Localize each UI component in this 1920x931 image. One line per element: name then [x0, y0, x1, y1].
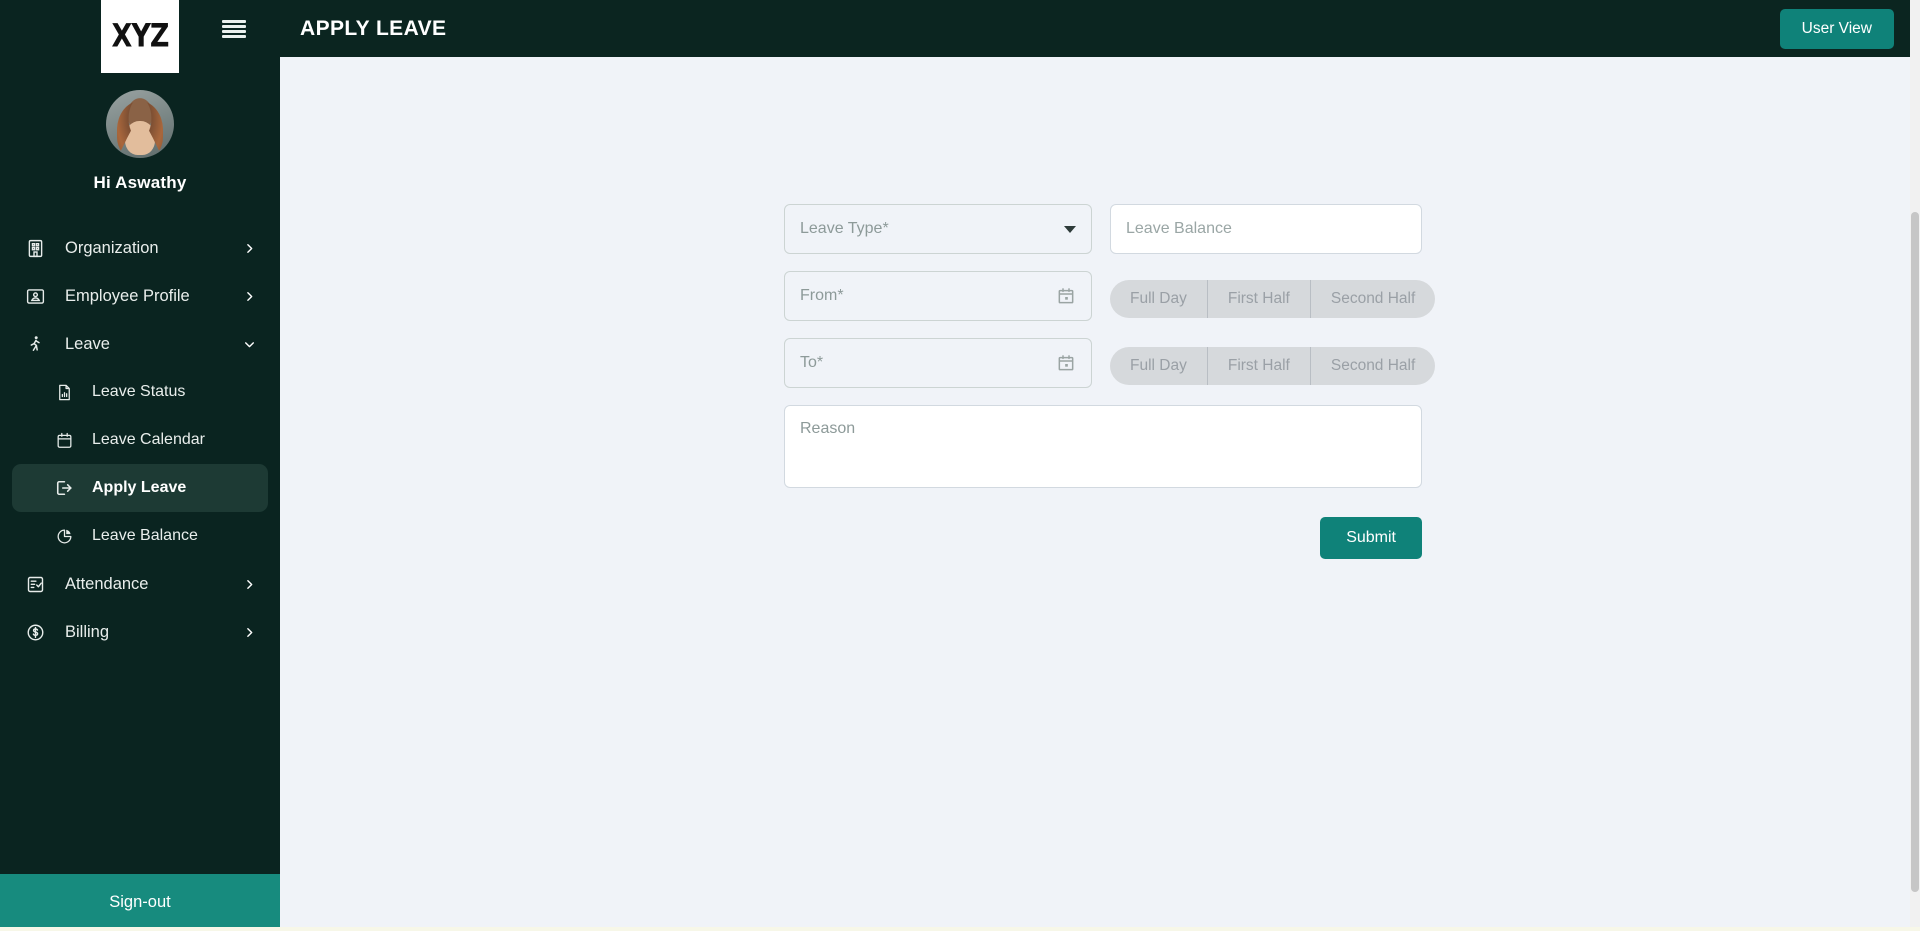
page-title: APPLY LEAVE: [300, 16, 447, 40]
sidebar-item-label: Leave Balance: [92, 527, 198, 544]
leave-type-placeholder: Leave Type*: [800, 220, 889, 237]
to-date-placeholder: To*: [800, 354, 824, 371]
building-icon: [22, 235, 48, 261]
toggle-second-half[interactable]: Second Half: [1309, 280, 1435, 318]
toggle-full-day[interactable]: Full Day: [1110, 347, 1207, 385]
chevron-right-icon[interactable]: [243, 242, 256, 255]
submit-row: Submit: [784, 517, 1422, 559]
sidebar-item-leave[interactable]: Leave: [12, 320, 268, 368]
clipboard-check-icon: [22, 571, 48, 597]
top-header: APPLY LEAVE User View: [280, 0, 1920, 57]
sidebar: XYZ Hi Aswathy Organization Employee Pro…: [0, 0, 280, 931]
to-duration-wrap: Full Day First Half Second Half: [1110, 338, 1436, 388]
toggle-full-day[interactable]: Full Day: [1110, 280, 1207, 318]
user-view-button[interactable]: User View: [1779, 8, 1894, 49]
chevron-right-icon[interactable]: [243, 626, 256, 639]
content-area: Leave Type* Leave Balance From* Full Day…: [280, 57, 1920, 931]
calendar-icon[interactable]: [1056, 286, 1076, 306]
hamburger-line: [222, 25, 246, 28]
form-row-leave-type: Leave Type* Leave Balance: [784, 204, 1422, 254]
hamburger-line: [222, 30, 246, 33]
chevron-right-icon[interactable]: [243, 290, 256, 303]
document-chart-icon: [52, 379, 76, 405]
app-root: XYZ Hi Aswathy Organization Employee Pro…: [0, 0, 1920, 931]
to-date-input[interactable]: To*: [784, 338, 1092, 388]
hamburger-line: [222, 20, 246, 23]
sidebar-item-apply-leave[interactable]: Apply Leave: [12, 464, 268, 512]
calendar-icon[interactable]: [1056, 353, 1076, 373]
chevron-down-icon[interactable]: [243, 338, 256, 351]
toggle-first-half[interactable]: First Half: [1206, 347, 1310, 385]
sidebar-item-label: Leave Status: [92, 383, 186, 400]
avatar[interactable]: [106, 90, 174, 158]
hamburger-icon[interactable]: [222, 20, 246, 38]
sidebar-nav: Organization Employee Profile Leave Leav…: [0, 224, 280, 874]
leave-type-select[interactable]: Leave Type*: [784, 204, 1092, 254]
sidebar-item-leave-calendar[interactable]: Leave Calendar: [12, 416, 268, 464]
sidebar-item-label: Organization: [65, 238, 159, 257]
sidebar-item-label: Leave Calendar: [92, 431, 205, 448]
reason-textarea[interactable]: Reason: [784, 405, 1422, 488]
sidebar-item-label: Attendance: [65, 574, 149, 593]
chevron-right-icon[interactable]: [243, 578, 256, 591]
walking-person-icon: [22, 331, 48, 357]
reason-placeholder: Reason: [800, 420, 856, 437]
main-area: APPLY LEAVE User View Leave Type* Leave …: [280, 0, 1920, 931]
brand-logo[interactable]: XYZ: [101, 0, 179, 73]
sidebar-item-billing[interactable]: Billing: [12, 608, 268, 656]
leave-balance-placeholder: Leave Balance: [1126, 220, 1232, 237]
sign-out-label: Sign-out: [109, 893, 171, 911]
sidebar-item-label: Leave: [65, 334, 110, 353]
sidebar-item-label: Employee Profile: [65, 286, 190, 305]
sidebar-item-label: Billing: [65, 622, 110, 641]
from-date-input[interactable]: From*: [784, 271, 1092, 321]
user-greeting: Hi Aswathy: [93, 173, 187, 192]
dollar-circle-icon: [22, 619, 48, 645]
sidebar-item-attendance[interactable]: Attendance: [12, 560, 268, 608]
bottom-edge-strip: [0, 927, 1920, 931]
from-date-placeholder: From*: [800, 287, 844, 304]
id-badge-icon: [22, 283, 48, 309]
from-duration-wrap: Full Day First Half Second Half: [1110, 271, 1436, 321]
toggle-first-half[interactable]: First Half: [1206, 280, 1310, 318]
form-row-to: To* Full Day First Half Second Half: [784, 338, 1436, 388]
submit-button[interactable]: Submit: [1320, 517, 1422, 559]
sidebar-item-leave-status[interactable]: Leave Status: [12, 368, 268, 416]
avatar-container: [0, 90, 280, 158]
form-row-from: From* Full Day First Half Second Half: [784, 271, 1436, 321]
sidebar-item-label: Apply Leave: [92, 479, 187, 496]
logout-arrow-icon: [52, 475, 76, 501]
scrollbar-thumb[interactable]: [1911, 212, 1919, 892]
from-duration-toggle-group[interactable]: Full Day First Half Second Half: [1110, 280, 1436, 318]
sidebar-item-organization[interactable]: Organization: [12, 224, 268, 272]
sidebar-item-employee-profile[interactable]: Employee Profile: [12, 272, 268, 320]
page-scrollbar[interactable]: [1910, 0, 1920, 931]
toggle-second-half[interactable]: Second Half: [1309, 347, 1435, 385]
sidebar-item-leave-balance[interactable]: Leave Balance: [12, 512, 268, 560]
pie-chart-icon: [52, 523, 76, 549]
leave-balance-input[interactable]: Leave Balance: [1110, 204, 1422, 254]
to-duration-toggle-group[interactable]: Full Day First Half Second Half: [1110, 347, 1436, 385]
calendar-icon: [52, 427, 76, 453]
chevron-down-icon[interactable]: [1064, 225, 1076, 233]
sign-out-button[interactable]: Sign-out: [0, 874, 280, 931]
apply-leave-form: Leave Type* Leave Balance From* Full Day…: [784, 204, 1436, 559]
logo-text: XYZ: [111, 18, 170, 55]
hamburger-line: [222, 35, 246, 38]
